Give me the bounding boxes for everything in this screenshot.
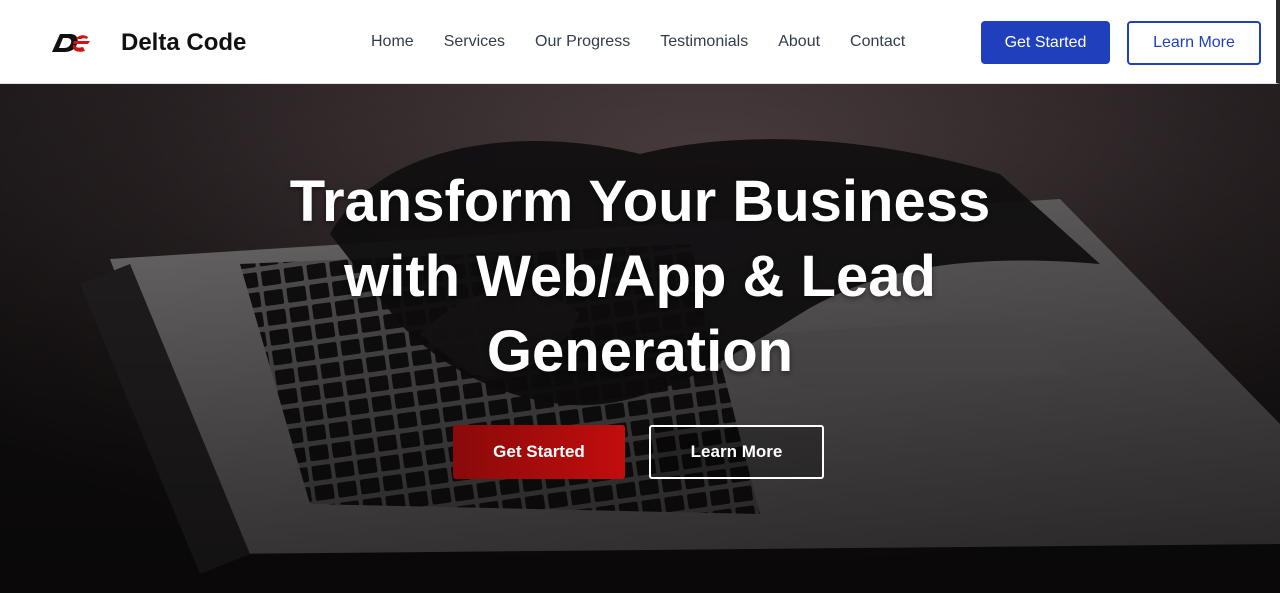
delta-code-logo-icon[interactable] [48, 30, 92, 56]
nav-get-started-button[interactable]: Get Started [981, 21, 1110, 64]
hero-title-line-3: Generation [486, 319, 794, 384]
hero-title-line-1: Transform Your Business [289, 169, 991, 234]
nav-link-about[interactable]: About [763, 33, 835, 51]
hero-get-started-button[interactable]: Get Started [453, 425, 625, 479]
nav-link-contact[interactable]: Contact [835, 33, 920, 51]
nav-link-services[interactable]: Services [429, 33, 520, 51]
nav-link-home[interactable]: Home [356, 33, 429, 51]
landing-page: Delta Code Home Services Our Progress Te… [0, 0, 1280, 593]
hero-title: Transform Your Business with Web/App & L… [190, 164, 1090, 389]
brand-name[interactable]: Delta Code [121, 29, 246, 57]
hero-learn-more-button[interactable]: Learn More [649, 425, 824, 479]
nav-link-our-progress[interactable]: Our Progress [520, 33, 645, 51]
hero-section: Transform Your Business with Web/App & L… [0, 84, 1280, 593]
hero-title-line-2: with Web/App & Lead [344, 244, 936, 309]
nav-learn-more-button[interactable]: Learn More [1127, 21, 1261, 65]
top-navbar: Delta Code Home Services Our Progress Te… [0, 0, 1280, 84]
main-nav: Home Services Our Progress Testimonials … [356, 31, 920, 53]
nav-link-testimonials[interactable]: Testimonials [645, 33, 763, 51]
